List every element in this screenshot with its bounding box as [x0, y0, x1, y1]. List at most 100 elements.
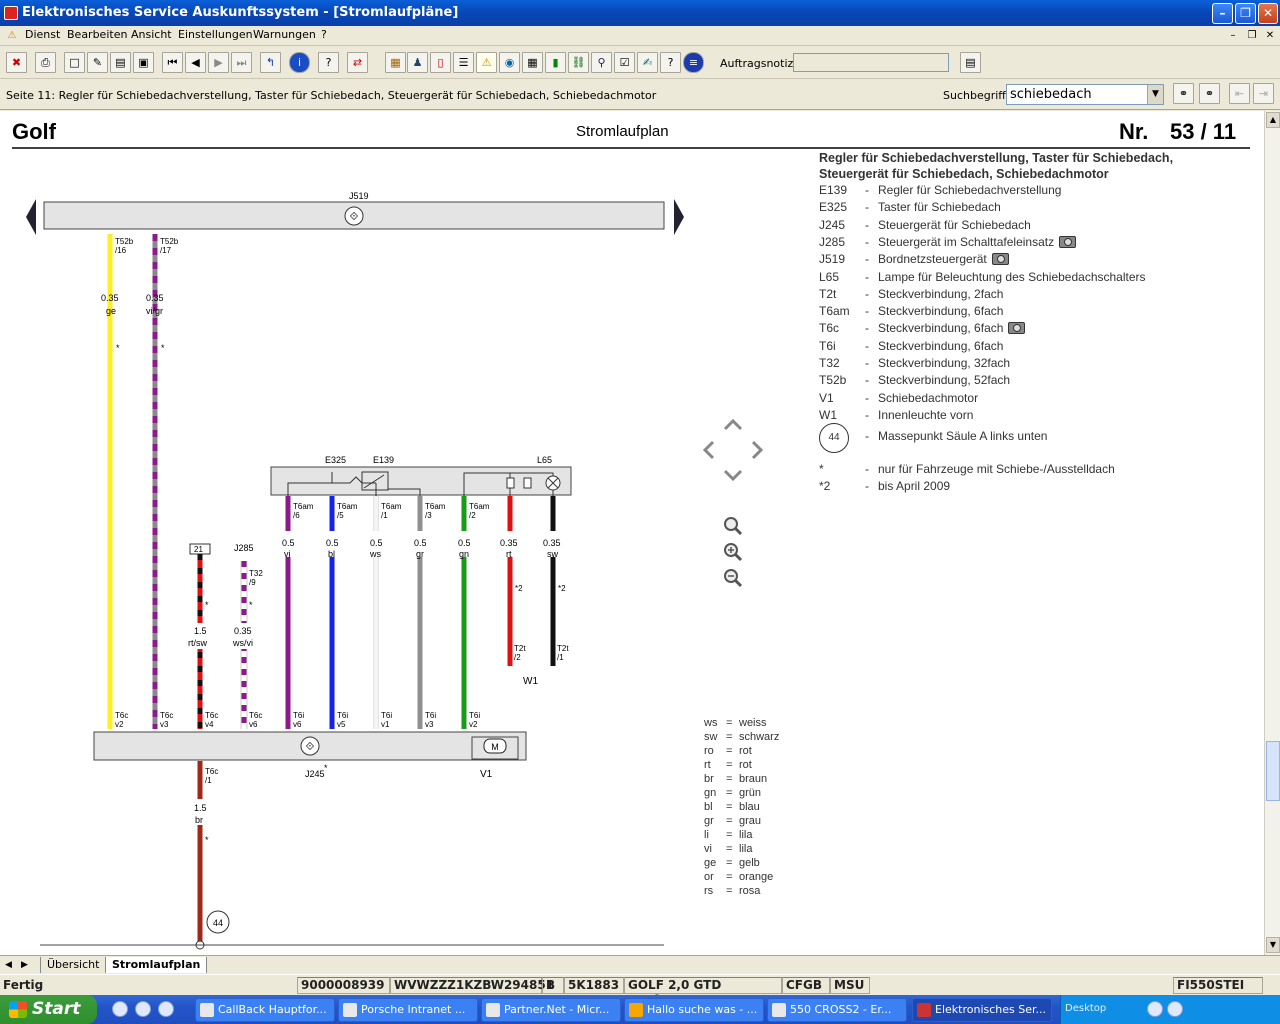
task-callback[interactable]: CallBack Hauptfor...: [195, 998, 335, 1022]
vehicle-icon[interactable]: ⛓: [568, 52, 589, 73]
scroll-right-arrow[interactable]: [674, 199, 684, 235]
search-input[interactable]: schiebedach ▼: [1006, 84, 1164, 105]
menu-warnungen[interactable]: Warnungen: [253, 28, 316, 41]
tray-network-icon[interactable]: [1147, 1001, 1163, 1017]
car-search-icon[interactable]: ⚲: [591, 52, 612, 73]
search-dropdown-icon[interactable]: ▼: [1147, 85, 1163, 104]
warning-toolbar-icon[interactable]: ⚠: [476, 52, 497, 73]
pan-right-icon[interactable]: [751, 440, 764, 460]
menu-ansicht[interactable]: Ansicht: [131, 28, 172, 41]
pan-down-icon[interactable]: [723, 469, 743, 482]
tab-scroll-right-icon[interactable]: ▶: [18, 957, 31, 973]
task-partner-net[interactable]: Partner.Net - Micr...: [481, 998, 621, 1022]
jump-up-icon[interactable]: ↰: [260, 52, 281, 73]
menu-einstellungen[interactable]: Einstellungen: [178, 28, 253, 41]
color-code: ro: [704, 745, 714, 757]
menu-lines-icon[interactable]: ≡: [683, 52, 704, 73]
label-e139: E139: [373, 455, 394, 465]
next-hit-icon[interactable]: ⇥: [1253, 83, 1274, 104]
maximize-button[interactable]: ❐: [1235, 3, 1256, 24]
legend-row: 44 - Massepunkt Säule A links unten: [819, 423, 1259, 454]
notebook-icon[interactable]: ✍: [637, 52, 658, 73]
t6i-label-v2: T6i: [469, 711, 480, 720]
task-elektronisches-service[interactable]: Elektronisches Ser...: [912, 998, 1052, 1022]
menu-bearbeiten[interactable]: Bearbeiten: [67, 28, 127, 41]
tray-volume-icon[interactable]: [1167, 1001, 1183, 1017]
desktop-quicklaunch-icon[interactable]: [158, 1001, 174, 1017]
task-porsche-intranet[interactable]: Porsche Intranet ...: [338, 998, 478, 1022]
edit-document-icon[interactable]: ✎: [87, 52, 108, 73]
legend-description-text: Steckverbindung, 6fach: [878, 338, 1004, 353]
media-quicklaunch-icon[interactable]: [135, 1001, 151, 1017]
checklist-icon[interactable]: ☑: [614, 52, 635, 73]
camera-icon[interactable]: [1059, 235, 1077, 248]
last-page-icon[interactable]: ⏭: [231, 52, 252, 73]
pan-left-icon[interactable]: [702, 440, 715, 460]
mdi-close-icon[interactable]: ✕: [1262, 28, 1278, 43]
notes-icon[interactable]: ▤: [110, 52, 131, 73]
print-icon[interactable]: ⎙: [35, 52, 56, 73]
person-icon[interactable]: ♟: [407, 52, 428, 73]
t6i-label-v5: T6i: [337, 711, 348, 720]
scroll-up-icon[interactable]: ▲: [1266, 112, 1280, 128]
legend-code: T2t: [819, 286, 837, 301]
scroll-left-arrow[interactable]: [26, 199, 36, 235]
wire-br-color: br: [195, 815, 203, 825]
globe-icon[interactable]: ◉: [499, 52, 520, 73]
legend-description: Massepunkt Säule A links unten: [878, 429, 1047, 443]
previous-page-icon[interactable]: ◀: [185, 52, 206, 73]
tab-scroll-left-icon[interactable]: ◀: [2, 957, 15, 973]
tab-overview[interactable]: Übersicht: [40, 957, 105, 973]
next-page-icon[interactable]: ▶: [208, 52, 229, 73]
task-550-cross2[interactable]: 550 CROSS2 - Er...: [767, 998, 907, 1022]
previous-hit-icon[interactable]: ⇤: [1229, 83, 1250, 104]
exit-icon[interactable]: ✖: [6, 52, 27, 73]
question-note-icon[interactable]: ?: [660, 52, 681, 73]
legend-dash: -: [865, 269, 869, 284]
mdi-restore-icon[interactable]: ❐: [1244, 28, 1260, 43]
status-ready: Fertig: [3, 978, 44, 992]
menu-dienst[interactable]: Dienst: [25, 28, 60, 41]
color-equals: =: [726, 717, 733, 729]
ie-quicklaunch-icon[interactable]: [112, 1001, 128, 1017]
search-binoculars-icon[interactable]: ⚭: [1173, 83, 1194, 104]
help-icon[interactable]: ?: [318, 52, 339, 73]
new-document-icon[interactable]: □: [64, 52, 85, 73]
vertical-scrollbar[interactable]: ▲ ▼: [1264, 111, 1280, 955]
minimize-button[interactable]: –: [1212, 3, 1233, 24]
t6i-pin-v2: v2: [469, 720, 478, 729]
swap-icon[interactable]: ⇄: [347, 52, 368, 73]
pan-up-icon[interactable]: [723, 418, 743, 431]
auftragsnotiz-input[interactable]: [793, 53, 949, 72]
notepad-icon[interactable]: ▤: [960, 52, 981, 73]
camera-icon[interactable]: [991, 253, 1009, 266]
car-icon[interactable]: ▣: [133, 52, 154, 73]
task-hallo-suche[interactable]: Hallo suche was - ...: [624, 998, 764, 1022]
scroll-down-icon[interactable]: ▼: [1266, 937, 1280, 953]
calculator-icon[interactable]: ▦: [522, 52, 543, 73]
scroll-thumb[interactable]: [1266, 741, 1280, 801]
mdi-minimize-icon[interactable]: –: [1225, 28, 1241, 43]
close-button[interactable]: ✕: [1258, 3, 1278, 24]
menu-help[interactable]: ?: [321, 28, 327, 41]
start-button[interactable]: Start: [0, 995, 97, 1024]
search-next-icon[interactable]: ⚭: [1199, 83, 1220, 104]
list-icon[interactable]: ☰: [453, 52, 474, 73]
legend-code: E325: [819, 200, 848, 215]
t6i-label-v3: T6i: [425, 711, 436, 720]
color-name: grau: [739, 815, 762, 827]
camera-icon[interactable]: [1008, 322, 1026, 335]
tab-stromlaufplan[interactable]: Stromlaufplan: [105, 957, 208, 973]
first-page-icon[interactable]: ⏮: [162, 52, 183, 73]
module-icon[interactable]: ▦: [385, 52, 406, 73]
legend-description: Steckverbindung, 52fach: [878, 373, 1010, 387]
book-icon[interactable]: ▯: [430, 52, 451, 73]
wire-gr-size: 0.5: [414, 538, 427, 548]
t6am-pin-3: /3: [425, 511, 432, 520]
green-book-icon[interactable]: ▮: [545, 52, 566, 73]
info-icon[interactable]: i: [289, 52, 310, 73]
t2t-label-1: T2t: [557, 644, 569, 653]
legend-description-text: Steuergerät für Schiebedach: [878, 217, 1031, 232]
wire-ge-size: 0.35: [101, 293, 119, 303]
legend-code: T6am: [819, 304, 850, 319]
